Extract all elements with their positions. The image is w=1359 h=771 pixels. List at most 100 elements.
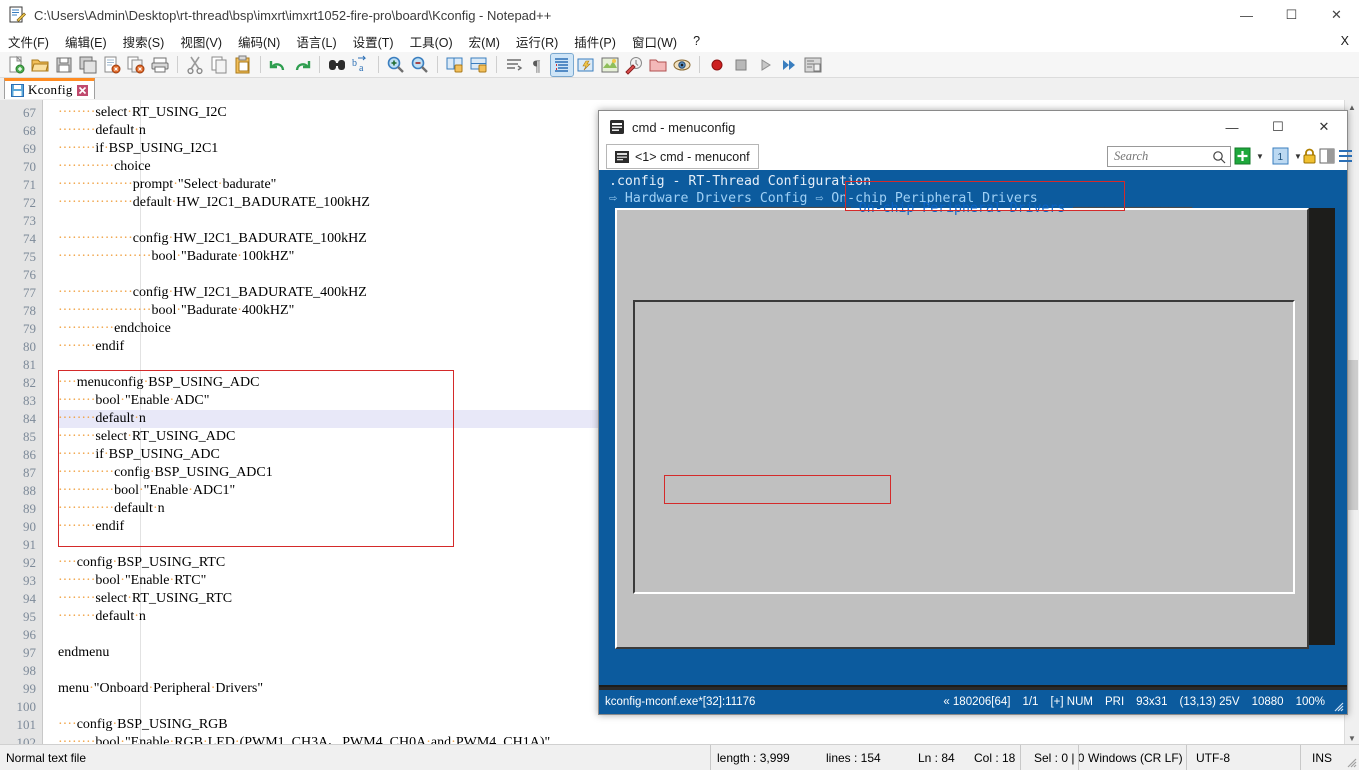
scroll-down-arrow[interactable]: ▼	[1345, 731, 1359, 745]
npp-minimize-button[interactable]: —	[1224, 0, 1269, 30]
code-line[interactable]: ····················bool·"Badurate·400kH…	[58, 302, 294, 320]
paste-icon[interactable]	[232, 54, 254, 76]
monitoring-icon[interactable]	[671, 54, 693, 76]
record-macro-icon[interactable]	[706, 54, 728, 76]
undo-icon[interactable]	[267, 54, 289, 76]
close-all-icon[interactable]	[125, 54, 147, 76]
replace-icon[interactable]: ba	[350, 54, 372, 76]
new-tab-dropdown-icon[interactable]: ▼	[1256, 153, 1263, 160]
menu-item-3[interactable]: 视图(V)	[172, 30, 230, 53]
menu-item-1[interactable]: 编辑(E)	[57, 30, 115, 53]
code-line[interactable]: ········endif	[58, 338, 124, 356]
code-line[interactable]: ············config·BSP_USING_ADC1	[58, 464, 273, 482]
menu-item-7[interactable]: 工具(O)	[402, 30, 461, 53]
code-line[interactable]: ········default·n	[58, 122, 146, 140]
cmd-minimize-button[interactable]: —	[1209, 111, 1255, 143]
menu-hamburger-icon[interactable]	[1336, 146, 1355, 166]
npp-maximize-button[interactable]: ☐	[1269, 0, 1314, 30]
menu-item-6[interactable]: 设置(T)	[345, 30, 402, 53]
code-line[interactable]: ········endif	[58, 518, 124, 536]
zoom-in-icon[interactable]	[385, 54, 407, 76]
menu-item-2[interactable]: 搜索(S)	[115, 30, 173, 53]
code-line[interactable]: ················default·HW_I2C1_BADURATE…	[58, 194, 370, 212]
copy-icon[interactable]	[208, 54, 230, 76]
code-line[interactable]: ····················bool·"Badurate·100kH…	[58, 248, 294, 266]
status-lines: lines : 154	[820, 745, 920, 770]
switch-pane-button[interactable]: 1	[1271, 146, 1290, 166]
tab-close-icon[interactable]	[77, 85, 88, 96]
menu-item-0[interactable]: 文件(F)	[0, 30, 57, 53]
lock-icon[interactable]	[1300, 146, 1319, 166]
open-file-icon[interactable]	[29, 54, 51, 76]
function-list-icon[interactable]	[623, 54, 645, 76]
cmd-resize-grip-icon[interactable]	[1332, 700, 1344, 712]
folder-as-workspace-icon[interactable]	[647, 54, 669, 76]
code-line[interactable]: ················config·HW_I2C1_BADURATE_…	[58, 284, 367, 302]
menu-close-document-button[interactable]: X	[1341, 34, 1349, 48]
code-line[interactable]: ············endchoice	[58, 320, 171, 338]
menu-item-10[interactable]: 插件(P)	[566, 30, 624, 53]
code-line[interactable]: ········if·BSP_USING_ADC	[58, 446, 220, 464]
search-icon[interactable]	[1212, 150, 1226, 167]
close-file-icon[interactable]	[101, 54, 123, 76]
save-all-icon[interactable]	[77, 54, 99, 76]
cmd-menuconfig-window[interactable]: cmd - menuconfig — ☐ ✕ <1> cmd - menucon…	[598, 110, 1348, 715]
sync-horizontal-scroll-icon[interactable]	[468, 54, 490, 76]
code-line[interactable]: ····config·BSP_USING_RGB	[58, 716, 228, 734]
sync-vertical-scroll-icon[interactable]	[444, 54, 466, 76]
terminal-body[interactable]: .config - RT-Thread Configuration ⇨ Hard…	[599, 170, 1347, 690]
code-line[interactable]: ········bool·"Enable·RTC"	[58, 572, 206, 590]
code-line[interactable]: ················config·HW_I2C1_BADURATE_…	[58, 230, 367, 248]
menu-item-11[interactable]: 窗口(W)	[624, 30, 685, 53]
menu-item-9[interactable]: 运行(R)	[508, 30, 566, 53]
code-line[interactable]: ········default·n	[58, 608, 146, 626]
word-wrap-icon[interactable]	[503, 54, 525, 76]
zoom-out-icon[interactable]	[409, 54, 431, 76]
show-all-characters-icon[interactable]: ¶	[527, 54, 549, 76]
code-line[interactable]: ····menuconfig·BSP_USING_ADC	[58, 374, 259, 392]
menu-item-4[interactable]: 编码(N)	[230, 30, 288, 53]
code-line[interactable]: ····config·BSP_USING_RTC	[58, 554, 225, 572]
redo-icon[interactable]	[291, 54, 313, 76]
split-pane-icon[interactable]	[1318, 146, 1337, 166]
menu-item-8[interactable]: 宏(M)	[461, 30, 508, 53]
new-tab-button[interactable]	[1233, 146, 1252, 166]
play-macro-icon[interactable]	[754, 54, 776, 76]
npp-close-button[interactable]: ✕	[1314, 0, 1359, 30]
menu-item-12[interactable]: ?	[685, 32, 708, 50]
cmd-close-button[interactable]: ✕	[1301, 111, 1347, 143]
user-defined-language-icon[interactable]	[575, 54, 597, 76]
cmd-tab-1[interactable]: <1> cmd - menuconf	[606, 144, 759, 169]
code-line[interactable]: ········select·RT_USING_ADC	[58, 428, 235, 446]
cmd-search-box[interactable]	[1107, 146, 1231, 167]
run-macro-multiple-icon[interactable]	[778, 54, 800, 76]
fold-margin[interactable]	[43, 100, 57, 745]
save-icon[interactable]	[53, 54, 75, 76]
menu-item-5[interactable]: 语言(L)	[288, 30, 344, 53]
print-icon[interactable]	[149, 54, 171, 76]
new-file-icon[interactable]	[5, 54, 27, 76]
code-line[interactable]: ················prompt·"Select·badurate"	[58, 176, 276, 194]
code-line[interactable]: ········select·RT_USING_RTC	[58, 590, 232, 608]
code-line[interactable]: ············default·n	[58, 500, 165, 518]
tab-kconfig[interactable]: Kconfig	[4, 78, 95, 99]
code-line[interactable]: ············choice	[58, 158, 151, 176]
find-icon[interactable]	[326, 54, 348, 76]
cut-icon[interactable]	[184, 54, 206, 76]
indent-guideline-icon[interactable]	[551, 54, 573, 76]
document-map-icon[interactable]	[599, 54, 621, 76]
code-line[interactable]: ········bool·"Enable·ADC"	[58, 392, 209, 410]
code-line[interactable]: ········if·BSP_USING_I2C1	[58, 140, 218, 158]
save-macro-icon[interactable]	[802, 54, 824, 76]
console-icon	[609, 119, 625, 135]
cmd-maximize-button[interactable]: ☐	[1255, 111, 1301, 143]
stop-macro-icon[interactable]	[730, 54, 752, 76]
resize-grip-icon[interactable]	[1345, 756, 1357, 768]
code-line[interactable]: ········default·n	[58, 410, 146, 428]
code-line[interactable]: menu·"Onboard·Peripheral·Drivers"	[58, 680, 263, 698]
code-line[interactable]: ········select·RT_USING_I2C	[58, 104, 227, 122]
cmd-search-input[interactable]	[1112, 148, 1212, 165]
code-line[interactable]: ············bool·"Enable·ADC1"	[58, 482, 235, 500]
code-line[interactable]: endmenu	[58, 644, 109, 662]
menu-items-box[interactable]	[633, 300, 1295, 594]
